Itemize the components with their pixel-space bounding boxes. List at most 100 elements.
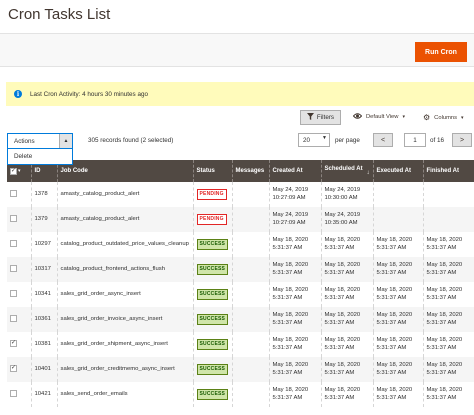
row-checkbox[interactable] (10, 315, 17, 323)
filter-funnel-icon (306, 113, 314, 122)
row-select-cell[interactable]: ✓ (7, 332, 31, 357)
grid-toolbar-bottom: Actions ▲ 305 records found (2 selected)… (0, 133, 474, 149)
status-badge: SUCCESS (196, 338, 229, 351)
chevron-up-icon[interactable]: ▲ (59, 134, 72, 148)
row-checkbox[interactable] (10, 290, 17, 298)
row-select-cell[interactable]: ✓ (7, 357, 31, 382)
messages-cell (231, 232, 269, 257)
mass-actions-select[interactable]: Actions ▲ (7, 133, 73, 149)
row-select-cell[interactable] (7, 257, 31, 282)
delete-action-item[interactable]: Delete (14, 153, 32, 160)
messages-cell (231, 332, 269, 357)
finished-at-cell (422, 207, 474, 232)
created-at-cell: May 18, 2020 5:31:37 AM (268, 307, 321, 332)
created-time: 5:31:37 AM (272, 394, 303, 401)
table-row[interactable]: 10341 sales_grid_order_async_insert SUCCES… (7, 282, 474, 307)
executed-time: 5:31:37 AM (376, 319, 407, 326)
finished-time: 5:31:37 AM (426, 269, 457, 276)
column-header-scheduled-at[interactable]: ↓ Scheduled At (320, 160, 373, 182)
messages-cell (231, 182, 269, 207)
executed-date: May 18, 2020 (376, 237, 413, 243)
table-row[interactable]: ✓ 10401 sales_grid_order_creditmemo_async_… (7, 357, 474, 382)
finished-date: May 18, 2020 (426, 287, 463, 293)
table-row[interactable]: ✓ 10381 sales_grid_order_shipment_async_in… (7, 332, 474, 357)
finished-time: 5:31:37 AM (426, 294, 457, 301)
column-header-created-at[interactable]: Created At (268, 160, 321, 182)
chevron-down-icon: ▾ (461, 114, 464, 121)
filters-button[interactable]: Filters (300, 110, 341, 125)
default-view-switcher[interactable]: Default View ▾ (352, 113, 405, 121)
status-badge: PENDING (196, 188, 227, 201)
column-header-job-code[interactable]: Job Code (56, 160, 193, 182)
id-cell: 10341 (30, 282, 57, 307)
job-code-cell: sales_grid_order_invoice_async_insert (56, 307, 193, 332)
executed-date: May 18, 2020 (376, 262, 413, 268)
messages-cell (231, 382, 269, 407)
row-select-cell[interactable] (7, 182, 31, 207)
table-row[interactable]: 10361 sales_grid_order_invoice_async_inse… (7, 307, 474, 332)
created-date: May 18, 2020 (272, 387, 309, 393)
status-badge: SUCCESS (196, 288, 229, 301)
row-select-cell[interactable] (7, 307, 31, 332)
row-checkbox[interactable] (10, 215, 17, 223)
status-badge: PENDING (196, 213, 227, 226)
row-checkbox[interactable]: ✓ (10, 365, 17, 373)
current-page-input[interactable]: 1 (404, 133, 426, 147)
row-checkbox[interactable] (10, 265, 17, 273)
columns-label: Columns (434, 114, 458, 121)
table-row[interactable]: 10421 sales_send_order_emails SUCCESS May 1… (7, 382, 474, 407)
row-checkbox[interactable] (10, 190, 17, 198)
created-time: 10:27:09 AM (272, 219, 306, 226)
column-header-messages[interactable]: Messages (231, 160, 269, 182)
executed-date: May 18, 2020 (376, 337, 413, 343)
status-cell: SUCCESS (192, 382, 232, 407)
select-all-checkbox[interactable]: ✓ (10, 167, 17, 175)
columns-switcher[interactable]: ⚙ Columns ▾ (423, 113, 464, 122)
executed-at-cell: May 18, 2020 5:31:37 AM (372, 382, 423, 407)
previous-page-button[interactable]: < (373, 133, 393, 147)
page-actions-bar: Run Cron (0, 33, 474, 67)
row-select-cell[interactable] (7, 282, 31, 307)
row-select-cell[interactable] (7, 207, 31, 232)
row-checkbox[interactable] (10, 390, 17, 398)
column-header-finished-at[interactable]: Finished At (422, 160, 474, 182)
per-page-select[interactable]: 20 ▼ (298, 133, 330, 147)
next-page-button[interactable]: > (452, 133, 472, 147)
executed-time: 5:31:37 AM (376, 394, 407, 401)
scheduled-date: May 18, 2020 (324, 237, 361, 243)
table-row[interactable]: 1378 amasty_catalog_product_alert PENDING M… (7, 182, 474, 207)
created-at-cell: May 18, 2020 5:31:37 AM (268, 232, 321, 257)
table-row[interactable]: 1379 amasty_catalog_product_alert PENDING M… (7, 207, 474, 232)
finished-at-cell: May 18, 2020 5:31:37 AM (422, 332, 474, 357)
table-row[interactable]: 10297 catalog_product_outdated_price_valu… (7, 232, 474, 257)
table-row[interactable]: 10317 catalog_product_frontend_actions_fl… (7, 257, 474, 282)
scheduled-at-cell: May 18, 2020 5:31:37 AM (320, 332, 373, 357)
column-header-status[interactable]: Status (192, 160, 232, 182)
messages-cell (231, 282, 269, 307)
status-badge: SUCCESS (196, 263, 229, 276)
row-checkbox[interactable] (10, 240, 17, 248)
finished-date: May 18, 2020 (426, 337, 463, 343)
status-cell: PENDING (192, 207, 232, 232)
messages-cell (231, 357, 269, 382)
run-cron-button[interactable]: Run Cron (415, 42, 467, 62)
executed-time: 5:31:37 AM (376, 294, 407, 301)
finished-at-cell: May 18, 2020 5:31:37 AM (422, 232, 474, 257)
notice-text: Last Cron Activity: 4 hours 30 minutes a… (30, 90, 148, 98)
row-select-cell[interactable] (7, 382, 31, 407)
job-code-cell: amasty_catalog_product_alert (56, 207, 193, 232)
column-header-executed-at[interactable]: Executed At (372, 160, 423, 182)
row-select-cell[interactable] (7, 232, 31, 257)
row-checkbox[interactable]: ✓ (10, 340, 17, 348)
chevron-down-icon[interactable]: ▾ (18, 168, 21, 175)
status-cell: PENDING (192, 182, 232, 207)
created-date: May 18, 2020 (272, 337, 309, 343)
finished-time: 5:31:37 AM (426, 244, 457, 251)
created-at-cell: May 18, 2020 5:31:37 AM (268, 257, 321, 282)
scheduled-at-cell: May 24, 2019 10:35:00 AM (320, 207, 373, 232)
id-cell: 10297 (30, 232, 57, 257)
status-badge: SUCCESS (196, 388, 229, 401)
scheduled-at-cell: May 18, 2020 5:31:37 AM (320, 257, 373, 282)
scheduled-date: May 24, 2019 (324, 212, 361, 218)
id-cell: 10421 (30, 382, 57, 407)
